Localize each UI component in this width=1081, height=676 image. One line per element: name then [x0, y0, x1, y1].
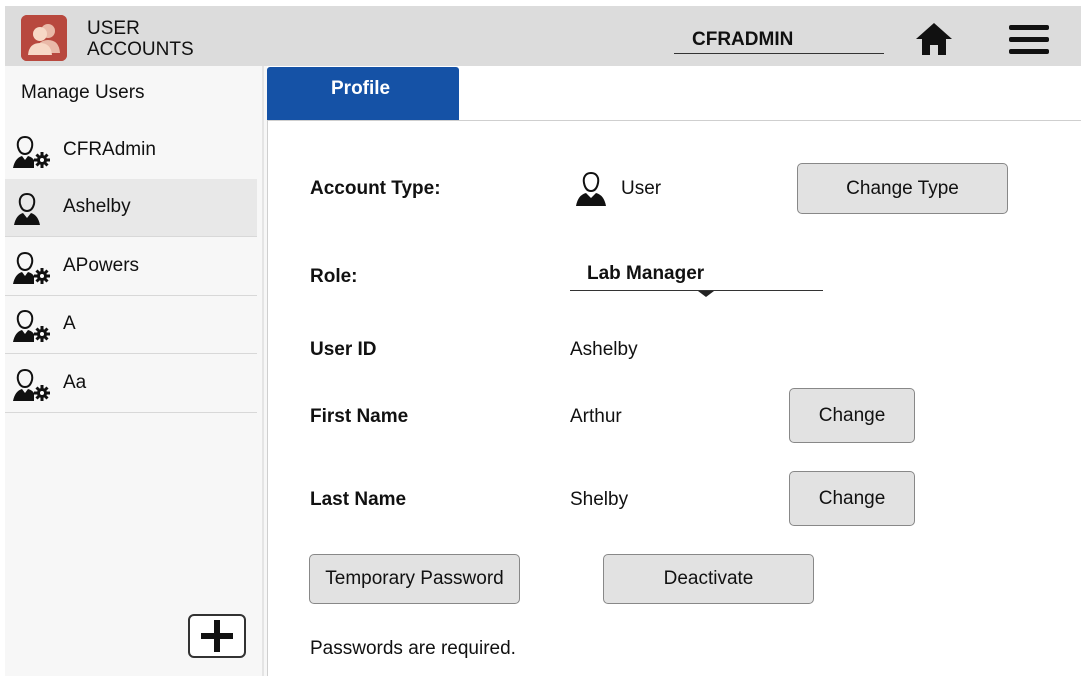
- user-list-item-a[interactable]: A: [5, 296, 257, 354]
- sidebar-divider: [262, 66, 264, 676]
- admin-user-icon: [11, 308, 51, 344]
- user-list-item-cfradmin[interactable]: CFRAdmin: [5, 122, 257, 180]
- temporary-password-button[interactable]: Temporary Password: [309, 554, 520, 604]
- account-type-label: Account Type:: [310, 178, 441, 199]
- user-name: Ashelby: [63, 196, 131, 217]
- chevron-down-icon[interactable]: [698, 291, 714, 297]
- app-header: USER ACCOUNTS CFRADMIN: [5, 6, 1081, 66]
- tab-profile[interactable]: Profile: [267, 67, 459, 120]
- user-id-value: Ashelby: [570, 339, 638, 360]
- user-list-item-apowers[interactable]: APowers: [5, 238, 257, 296]
- role-select[interactable]: Lab Manager: [570, 260, 823, 291]
- admin-user-icon: [11, 134, 51, 170]
- hamburger-menu-icon[interactable]: [1005, 22, 1051, 58]
- app-title-line1: USER: [87, 18, 140, 39]
- last-name-value: Shelby: [570, 489, 629, 510]
- tab-profile-label: Profile: [331, 78, 391, 99]
- user-name: Aa: [63, 372, 87, 393]
- first-name-value: Arthur: [570, 406, 622, 427]
- app-title-line2: ACCOUNTS: [87, 39, 194, 60]
- user-accounts-app-icon: [21, 15, 67, 61]
- change-first-name-button[interactable]: Change: [789, 388, 915, 443]
- password-note: Passwords are required.: [310, 638, 516, 659]
- last-name-label: Last Name: [310, 489, 407, 510]
- user-name: CFRAdmin: [63, 139, 156, 160]
- sidebar-title: Manage Users: [21, 82, 145, 103]
- user-icon: [573, 170, 611, 208]
- user-name: A: [63, 313, 76, 334]
- user-id-label: User ID: [310, 339, 377, 360]
- change-type-button[interactable]: Change Type: [797, 163, 1008, 214]
- user-icon: [11, 191, 51, 227]
- current-user-select[interactable]: CFRADMIN: [674, 26, 884, 54]
- admin-user-icon: [11, 250, 51, 286]
- first-name-label: First Name: [310, 406, 409, 427]
- deactivate-button[interactable]: Deactivate: [603, 554, 814, 604]
- add-user-button[interactable]: [188, 614, 246, 658]
- user-list-item-ashelby[interactable]: Ashelby: [5, 179, 257, 237]
- account-type-value: User: [621, 178, 662, 199]
- admin-user-icon: [11, 367, 51, 403]
- sidebar: Manage Users CFRAdmin Ashelby APowers A …: [5, 66, 267, 676]
- user-list-item-aa[interactable]: Aa: [5, 355, 257, 413]
- home-icon[interactable]: [913, 20, 955, 58]
- app-title: USER ACCOUNTS: [87, 18, 194, 60]
- change-last-name-button[interactable]: Change: [789, 471, 915, 526]
- user-name: APowers: [63, 255, 140, 276]
- role-label: Role:: [310, 266, 358, 287]
- plus-icon: [201, 620, 233, 652]
